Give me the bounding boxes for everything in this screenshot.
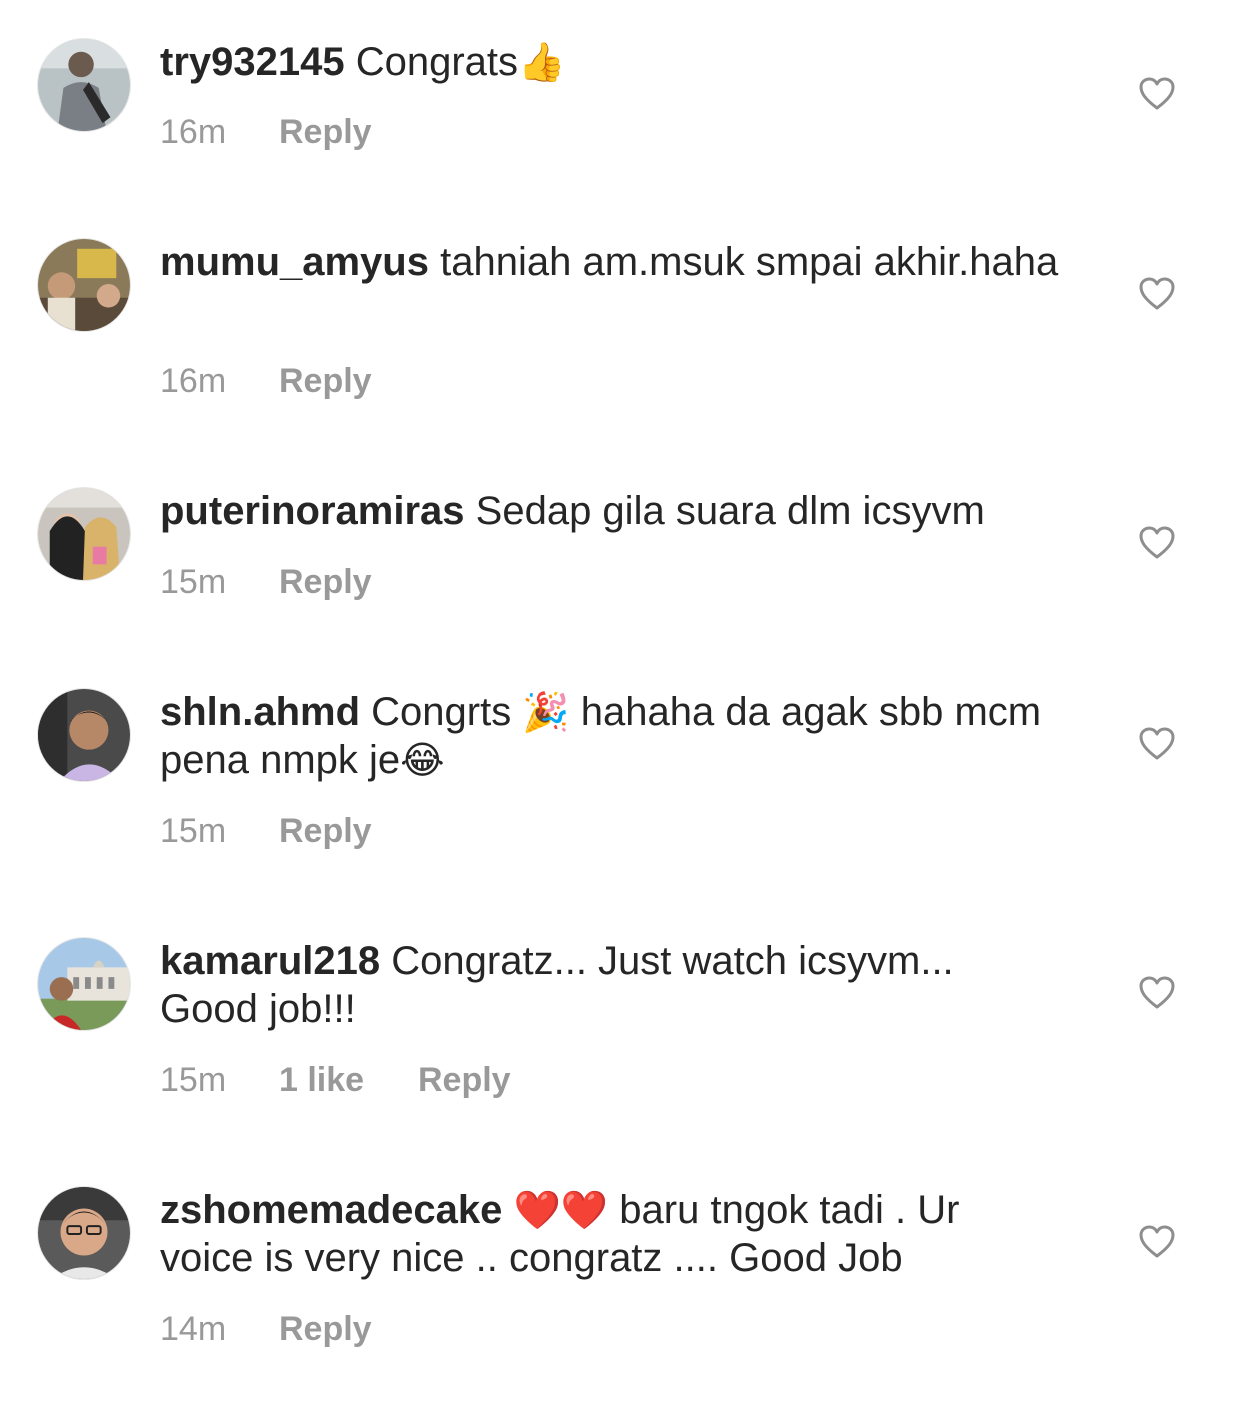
reply-button[interactable]: Reply	[279, 112, 372, 152]
comment-time: 16m	[160, 113, 227, 151]
comment-username[interactable]: mumu_amyus	[160, 240, 429, 284]
reply-button[interactable]: Reply	[418, 1060, 511, 1100]
comment-body: Congrats	[355, 40, 519, 84]
reply-button[interactable]: Reply	[279, 1309, 372, 1349]
comment-meta: 15m 1 like Reply	[160, 1060, 511, 1100]
avatar[interactable]	[37, 937, 131, 1031]
avatar-photo-4	[38, 689, 130, 781]
comment-text: kamarul218 Congratz... Just watch icsyvm…	[160, 937, 1060, 1033]
comment-username[interactable]: puterinoramiras	[160, 489, 465, 533]
avatar[interactable]	[37, 38, 131, 132]
comment-username[interactable]: try932145	[160, 40, 345, 84]
avatar[interactable]	[37, 238, 131, 332]
laughing-tears-emoji: 😂	[400, 738, 445, 782]
comment-time: 16m	[160, 362, 227, 400]
like-heart-icon[interactable]	[1137, 523, 1177, 563]
avatar[interactable]	[37, 487, 131, 581]
comment-meta: 16m Reply	[160, 112, 372, 152]
comment-body: Congrts	[371, 690, 512, 734]
reply-button[interactable]: Reply	[279, 562, 372, 602]
comment-username[interactable]: kamarul218	[160, 939, 380, 983]
avatar-photo-3	[38, 488, 130, 580]
avatar[interactable]	[37, 1186, 131, 1280]
reply-button[interactable]: Reply	[279, 811, 372, 851]
comment-username[interactable]: zshomemadecake	[160, 1188, 502, 1232]
comment-meta: 16m Reply	[160, 361, 372, 401]
comment-text: puterinoramiras Sedap gila suara dlm ics…	[160, 487, 1060, 535]
comment-text: mumu_amyus tahniah am.msuk smpai akhir.h…	[160, 238, 1060, 286]
comment-text: shln.ahmd Congrts 🎉 hahaha da agak sbb m…	[160, 688, 1060, 784]
red-hearts-emoji: ❤️❤️	[513, 1188, 609, 1232]
comment-meta: 14m Reply	[160, 1309, 372, 1349]
party-popper-emoji: 🎉	[522, 690, 570, 734]
like-heart-icon[interactable]	[1137, 724, 1177, 764]
comment-body: tahniah am.msuk smpai akhir.haha	[440, 240, 1059, 284]
reply-button[interactable]: Reply	[279, 361, 372, 401]
comment-text: try932145 Congrats👍	[160, 38, 1060, 86]
avatar-photo-5	[38, 938, 130, 1030]
comment-meta: 15m Reply	[160, 562, 372, 602]
comment-body: Sedap gila suara dlm icsyvm	[475, 489, 985, 533]
comment-time: 15m	[160, 812, 227, 850]
like-heart-icon[interactable]	[1137, 1222, 1177, 1262]
like-heart-icon[interactable]	[1137, 973, 1177, 1013]
likes-count-button[interactable]: 1 like	[279, 1060, 418, 1100]
avatar-photo-1	[38, 39, 130, 131]
avatar-photo-6	[38, 1187, 130, 1279]
avatar[interactable]	[37, 688, 131, 782]
comment-meta: 15m Reply	[160, 811, 372, 851]
like-heart-icon[interactable]	[1137, 274, 1177, 314]
comment-time: 15m	[160, 563, 227, 601]
comment-text: zshomemadecake ❤️❤️ baru tngok tadi . Ur…	[160, 1186, 1060, 1282]
thumbs-up-emoji: 👍	[518, 40, 566, 84]
like-heart-icon[interactable]	[1137, 74, 1177, 114]
comment-username[interactable]: shln.ahmd	[160, 690, 360, 734]
comment-time: 15m	[160, 1061, 227, 1099]
comment-time: 14m	[160, 1310, 227, 1348]
avatar-photo-2	[38, 239, 130, 331]
